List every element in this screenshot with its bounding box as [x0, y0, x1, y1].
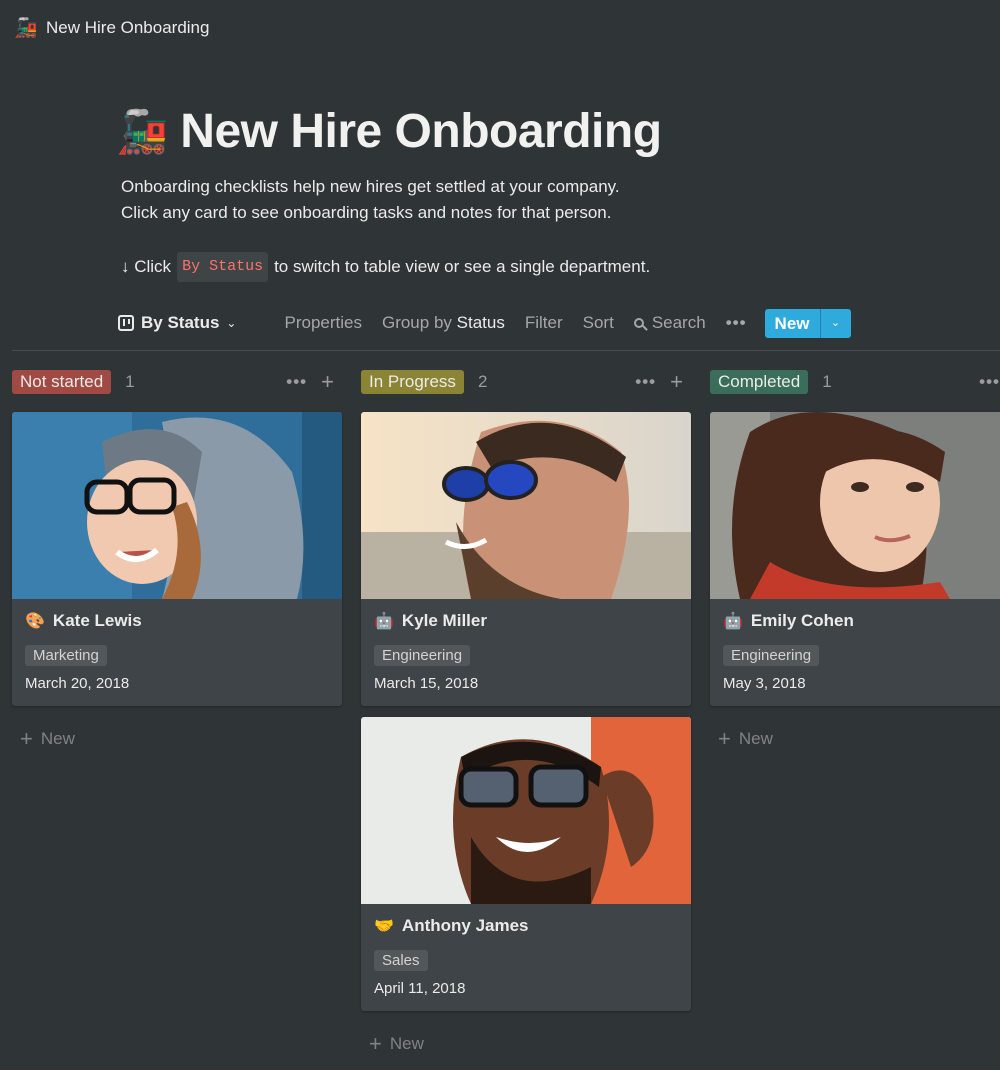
hint-code: By Status: [177, 252, 269, 282]
card-body: 🤖 Kyle Miller Engineering March 15, 2018: [361, 599, 691, 706]
start-date: March 20, 2018: [25, 675, 130, 692]
card-body: 🎨 Kate Lewis Marketing March 20, 2018: [12, 599, 342, 706]
column-actions: ••• +: [635, 369, 691, 395]
status-badge[interactable]: Completed: [710, 370, 809, 394]
column-header: In Progress 2 ••• +: [361, 368, 691, 396]
board-column-not-started: Not started 1 ••• + 🎨 Kate Lewis Marketi…: [12, 368, 342, 752]
person-name: Kate Lewis: [52, 611, 142, 630]
group-by-label: Group by: [381, 313, 452, 332]
column-actions: •••: [979, 372, 1000, 392]
more-icon[interactable]: •••: [286, 372, 307, 392]
add-new-label: New: [40, 729, 75, 748]
board-card[interactable]: 🤖 Kyle Miller Engineering March 15, 2018: [361, 412, 691, 706]
person-name: Emily Cohen: [750, 611, 854, 630]
hint-prefix: ↓ Click: [121, 257, 172, 276]
card-cover-image: [361, 717, 691, 904]
card-body: 🤖 Emily Cohen Engineering May 3, 2018: [710, 599, 1000, 706]
add-new-card-button[interactable]: + New: [12, 726, 342, 752]
board-toolbar: By Status ⌄ Properties Group by Status F…: [118, 306, 1000, 340]
robot-icon: 🤖: [723, 613, 743, 630]
view-hint: ↓ Click By Status to switch to table vie…: [121, 252, 650, 282]
palette-icon: 🎨: [25, 613, 45, 630]
column-header: Not started 1 ••• +: [12, 368, 342, 396]
start-date: April 11, 2018: [374, 980, 466, 997]
card-title: 🤝 Anthony James: [374, 916, 678, 936]
properties-button[interactable]: Properties: [284, 313, 361, 333]
column-count: 1: [125, 372, 135, 391]
board-card[interactable]: 🤖 Emily Cohen Engineering May 3, 2018: [710, 412, 1000, 706]
chevron-down-icon: ⌄: [226, 316, 237, 330]
description-line: Onboarding checklists help new hires get…: [121, 177, 620, 196]
description-line: Click any card to see onboarding tasks a…: [121, 203, 612, 222]
card-cover-image: [710, 412, 1000, 599]
add-new-card-button[interactable]: + New: [361, 1031, 691, 1057]
new-button[interactable]: New: [765, 309, 820, 338]
plus-icon: +: [20, 726, 33, 751]
department-tag: Engineering: [374, 645, 471, 666]
department-tag: Engineering: [723, 645, 820, 666]
new-button-group: New ⌄: [764, 308, 851, 338]
breadcrumb[interactable]: 🚂 New Hire Onboarding: [14, 14, 209, 42]
department-tag: Marketing: [25, 645, 107, 666]
card-body: 🤝 Anthony James Sales April 11, 2018: [361, 904, 691, 1011]
card-title: 🤖 Kyle Miller: [374, 611, 678, 631]
column-count: 2: [477, 372, 488, 391]
page-description: Onboarding checklists help new hires get…: [121, 174, 620, 226]
card-cover-image: [361, 412, 691, 599]
add-new-label: New: [389, 1034, 424, 1053]
breadcrumb-label: New Hire Onboarding: [46, 18, 210, 37]
search-button[interactable]: Search: [633, 313, 706, 333]
robot-icon: 🤖: [374, 613, 394, 630]
sort-button[interactable]: Sort: [583, 313, 614, 333]
view-selector[interactable]: By Status ⌄: [118, 313, 236, 333]
department-tag: Sales: [374, 950, 428, 971]
page-title[interactable]: New Hire Onboarding: [180, 104, 662, 159]
group-by-value: Status: [456, 313, 505, 332]
column-actions: ••• +: [286, 369, 342, 395]
status-badge[interactable]: Not started: [12, 370, 112, 394]
train-icon: 🚂: [14, 18, 38, 39]
board-view-icon: [118, 315, 134, 331]
view-label: By Status: [141, 313, 220, 332]
board-card[interactable]: 🎨 Kate Lewis Marketing March 20, 2018: [12, 412, 342, 706]
plus-icon: +: [718, 726, 731, 751]
add-new-card-button[interactable]: + New: [710, 726, 1000, 752]
card-cover-image: [12, 412, 342, 599]
more-options-button[interactable]: •••: [726, 313, 747, 333]
start-date: May 3, 2018: [723, 675, 806, 692]
board-column-in-progress: In Progress 2 ••• + 🤖 Kyle Miller Engine…: [361, 368, 691, 1057]
train-icon[interactable]: 🚂: [116, 110, 168, 153]
new-dropdown-button[interactable]: ⌄: [819, 308, 851, 338]
plus-icon: +: [369, 1031, 382, 1056]
search-label: Search: [651, 313, 706, 332]
filter-button[interactable]: Filter: [525, 313, 563, 333]
add-card-icon[interactable]: +: [321, 369, 334, 395]
add-card-icon[interactable]: +: [670, 369, 683, 395]
person-name: Kyle Miller: [401, 611, 487, 630]
card-title: 🤖 Emily Cohen: [723, 611, 1000, 631]
page-header: 🚂 New Hire Onboarding: [116, 104, 662, 159]
board-card[interactable]: 🤝 Anthony James Sales April 11, 2018: [361, 717, 691, 1011]
person-name: Anthony James: [401, 916, 529, 935]
start-date: March 15, 2018: [374, 675, 479, 692]
column-count: 1: [822, 372, 832, 391]
board-column-completed: Completed 1 ••• 🤖 Emily Cohen Engineerin…: [710, 368, 1000, 752]
status-badge[interactable]: In Progress: [361, 370, 464, 394]
hint-suffix: to switch to table view or see a single …: [274, 257, 651, 276]
add-new-label: New: [738, 729, 773, 748]
more-icon[interactable]: •••: [979, 372, 1000, 392]
group-by-button[interactable]: Group by Status: [382, 313, 505, 333]
column-header: Completed 1 •••: [710, 368, 1000, 396]
more-icon[interactable]: •••: [635, 372, 656, 392]
toolbar-divider: [12, 350, 1000, 351]
card-title: 🎨 Kate Lewis: [25, 611, 329, 631]
search-icon: [633, 318, 644, 328]
handshake-icon: 🤝: [374, 918, 394, 935]
